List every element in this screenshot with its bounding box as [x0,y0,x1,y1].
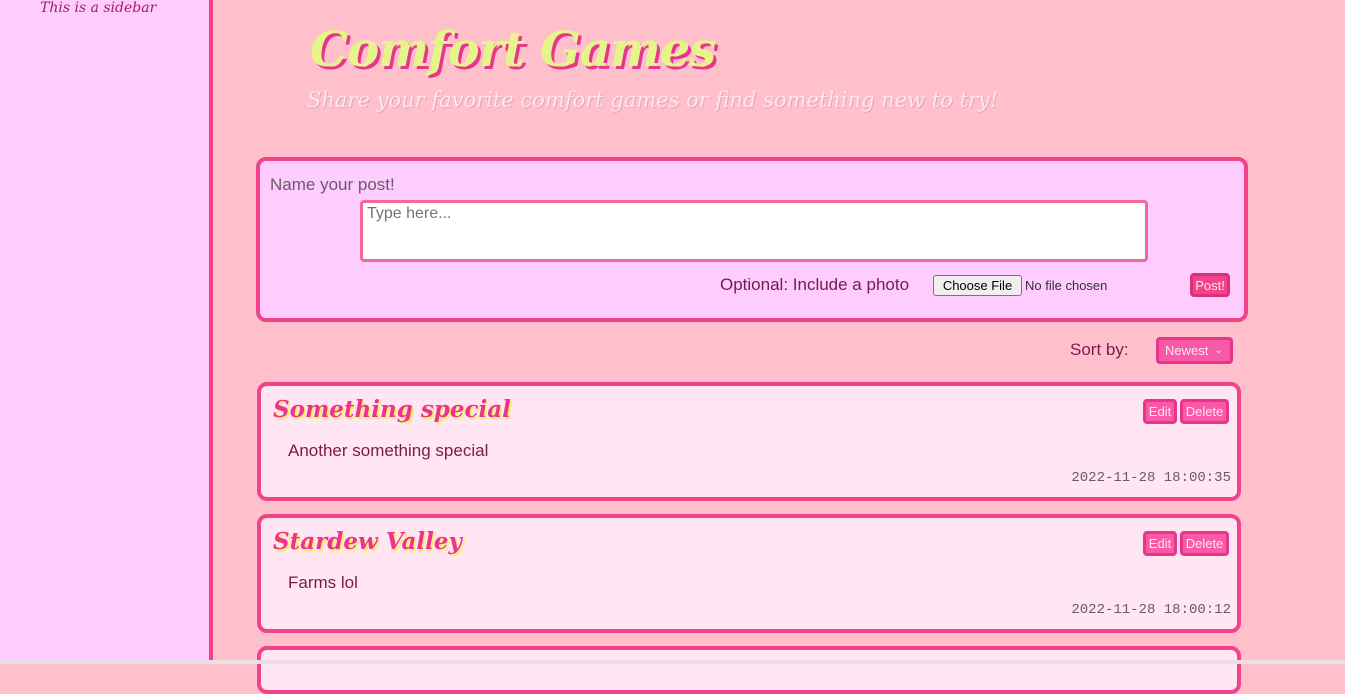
post-timestamp: 2022-11-28 18:00:12 [1071,602,1231,618]
delete-button[interactable]: Delete [1180,399,1229,424]
choose-file-button[interactable]: Choose File [933,275,1022,296]
post-button[interactable]: Post! [1190,273,1230,297]
chevron-down-icon: ⌄ [1214,345,1223,356]
sort-select[interactable]: Newest ⌄ [1156,337,1233,364]
post-name-label: Name your post! [270,175,395,194]
post-name-input[interactable] [360,200,1148,262]
post-body: Farms lol [288,573,358,592]
delete-button[interactable]: Delete [1180,531,1229,556]
post-body: Another something special [288,441,489,460]
horizontal-scrollbar[interactable] [0,660,1345,664]
file-status: No file chosen [1025,278,1108,293]
post-title: Stardew Valley [273,528,462,555]
sort-selected-value: Newest [1165,343,1209,358]
sidebar: This is a sidebar [0,0,213,664]
edit-button[interactable]: Edit [1143,531,1177,556]
post-card: Stardew Valley Edit Delete Farms lol 202… [257,514,1241,633]
post-timestamp: 2022-11-28 18:00:35 [1071,470,1231,486]
page-title: Comfort Games [310,22,716,78]
photo-label: Optional: Include a photo [720,275,910,294]
post-title: Something special [273,396,511,423]
page-subtitle: Share your favorite comfort games or fin… [307,88,999,112]
new-post-form: Name your post! Optional: Include a phot… [256,157,1248,322]
sidebar-text: This is a sidebar [40,0,157,16]
sort-label: Sort by: [1070,340,1129,359]
post-card: Something special Edit Delete Another so… [257,382,1241,501]
edit-button[interactable]: Edit [1143,399,1177,424]
post-card-partial [257,646,1241,694]
